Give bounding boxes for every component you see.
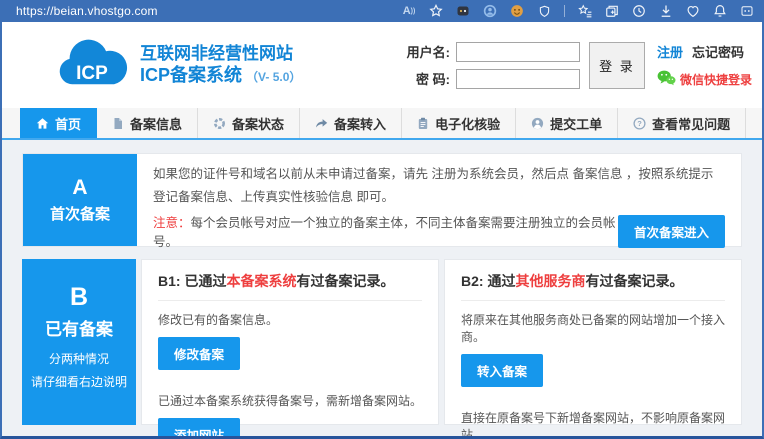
question-circle-icon: ? (633, 117, 646, 130)
login-panel: 用户名: 密 码: 登 录 注册忘记密码 微信快捷登录 (398, 42, 752, 89)
transfer-filing-button[interactable]: 转入备案 (461, 354, 543, 387)
b1-row2-text: 已通过本备案系统获得备案号，需新增备案网站。 (158, 392, 422, 409)
tab-filing-info[interactable]: 备案信息 (97, 108, 198, 138)
tab-label: 提交工单 (550, 114, 602, 133)
b1-row1-text: 修改已有的备案信息。 (158, 311, 422, 328)
first-filing-enter-button[interactable]: 首次备案进入 (618, 215, 725, 248)
note-label: 注意： (153, 216, 191, 230)
browser-address-bar: https://beian.vhostgo.com A)) (2, 0, 762, 22)
profile-icon[interactable] (483, 4, 497, 18)
transfer-arrow-icon (315, 117, 328, 129)
collections-icon[interactable] (605, 4, 619, 18)
existing-filing-section: B 已有备案 分两种情况 请仔细看右边说明 B1: 已通过本备案系统有过备案记录… (22, 259, 742, 425)
main-content: A 首次备案 如果您的证件号和域名以前从未申请过备案，请先 注册为系统会员，然后… (2, 140, 762, 425)
b1-heading-highlight: 本备案系统 (226, 273, 296, 289)
first-filing-body: 如果您的证件号和域名以前从未申请过备案，请先 注册为系统会员，然后点 备案信息 … (137, 154, 741, 246)
badge-a: A 首次备案 (23, 154, 137, 246)
tab-submit-ticket[interactable]: 提交工单 (516, 108, 618, 138)
person-icon (531, 117, 544, 130)
username-input[interactable] (456, 42, 580, 62)
tab-label: 备案信息 (130, 114, 182, 133)
badge-b-subtitle-1: 分两种情况 (49, 350, 109, 367)
add-favorite-star-icon[interactable] (429, 4, 443, 18)
forgot-password-link[interactable]: 忘记密码 (692, 45, 744, 60)
emoji-face-icon[interactable] (510, 4, 524, 18)
wechat-icon (657, 70, 676, 89)
read-aloud-icon[interactable]: A)) (402, 4, 416, 18)
badge-a-letter: A (72, 176, 87, 200)
first-filing-description: 如果您的证件号和域名以前从未申请过备案，请先 注册为系统会员，然后点 备案信息 … (153, 163, 725, 209)
tab-label: 电子化核验 (435, 114, 500, 133)
first-filing-note: 注意：每个会员帐号对应一个独立的备案主体，不同主体备案需要注册独立的会员帐号。 (153, 212, 618, 250)
tab-label: 首页 (55, 114, 81, 133)
username-label: 用户名: (398, 42, 450, 61)
history-icon[interactable] (632, 4, 646, 18)
badge-b-letter: B (70, 283, 88, 312)
password-input[interactable] (456, 69, 580, 89)
shield-icon[interactable] (537, 4, 551, 18)
b2-heading: B2: 通过其他服务商有过备案记录。 (461, 271, 725, 291)
badge-b: B 已有备案 分两种情况 请仔细看右边说明 (22, 259, 136, 425)
site-titles: 互联网非经营性网站 ICP备案系统（V- 5.0） (140, 43, 301, 87)
site-header: ICP 互联网非经营性网站 ICP备案系统（V- 5.0） 用户名: 密 码: … (2, 22, 762, 108)
divider (461, 300, 725, 301)
apps-icon[interactable] (740, 4, 754, 18)
url-text[interactable]: https://beian.vhostgo.com (16, 4, 158, 18)
badge-a-title: 首次备案 (50, 203, 110, 224)
home-icon (36, 117, 49, 130)
favorites-list-icon[interactable] (578, 4, 592, 18)
status-ring-icon (213, 117, 226, 130)
b1-heading: B1: 已通过本备案系统有过备案记录。 (158, 271, 422, 291)
svg-text:?: ? (637, 119, 642, 128)
divider (158, 300, 422, 301)
site-title-line2: ICP备案系统（V- 5.0） (140, 64, 301, 87)
tab-home[interactable]: 首页 (20, 108, 97, 138)
document-icon (112, 117, 124, 130)
browser-toolbar-icons: A)) (402, 4, 754, 18)
tab-filing-status[interactable]: 备案状态 (198, 108, 300, 138)
browser-window: https://beian.vhostgo.com A)) (0, 0, 764, 439)
modify-filing-button[interactable]: 修改备案 (158, 337, 240, 370)
wechat-login[interactable]: 微信快捷登录 (657, 70, 752, 89)
downloads-icon[interactable] (659, 4, 673, 18)
toolbar-separator (564, 5, 565, 17)
browser-health-icon[interactable] (686, 4, 700, 18)
tab-filing-transfer[interactable]: 备案转入 (300, 108, 402, 138)
clipboard-icon (417, 117, 429, 130)
badge-b-subtitle-2: 请仔细看右边说明 (31, 373, 127, 390)
tab-label: 查看常见问题 (652, 114, 730, 133)
password-label: 密 码: (398, 69, 450, 88)
notifications-bell-icon[interactable] (713, 4, 727, 18)
tab-faq[interactable]: ? 查看常见问题 (618, 108, 746, 138)
site-title-line1: 互联网非经营性网站 (140, 43, 301, 64)
b1-card: B1: 已通过本备案系统有过备案记录。 修改已有的备案信息。 修改备案 已通过本… (141, 259, 439, 425)
tab-label: 备案状态 (232, 114, 284, 133)
b2-row2-text: 直接在原备案号下新增备案网站，不影响原备案网站。 (461, 409, 725, 439)
b1-add-website-button[interactable]: 添加网站 (158, 418, 240, 439)
tab-e-verification[interactable]: 电子化核验 (402, 108, 516, 138)
badge-b-title: 已有备案 (45, 315, 113, 340)
wechat-login-label: 微信快捷登录 (680, 71, 752, 88)
browser-essentials-icon[interactable] (456, 4, 470, 18)
icp-cloud-logo: ICP (54, 35, 130, 96)
logo-text: ICP (76, 62, 108, 83)
first-filing-section: A 首次备案 如果您的证件号和域名以前从未申请过备案，请先 注册为系统会员，然后… (22, 153, 742, 247)
login-button[interactable]: 登 录 (589, 42, 645, 89)
b2-row1-text: 将原来在其他服务商处已备案的网站增加一个接入商。 (461, 311, 725, 345)
register-link[interactable]: 注册 (657, 45, 683, 60)
main-nav: 首页 备案信息 备案状态 备案转入 电子化核验 提交工单 ? 查看常见问题 (2, 108, 762, 140)
tab-label: 备案转入 (334, 114, 386, 133)
b2-heading-highlight: 其他服务商 (515, 273, 585, 289)
b2-card: B2: 通过其他服务商有过备案记录。 将原来在其他服务商处已备案的网站增加一个接… (444, 259, 742, 425)
version-label: （V- 5.0） (246, 70, 301, 84)
